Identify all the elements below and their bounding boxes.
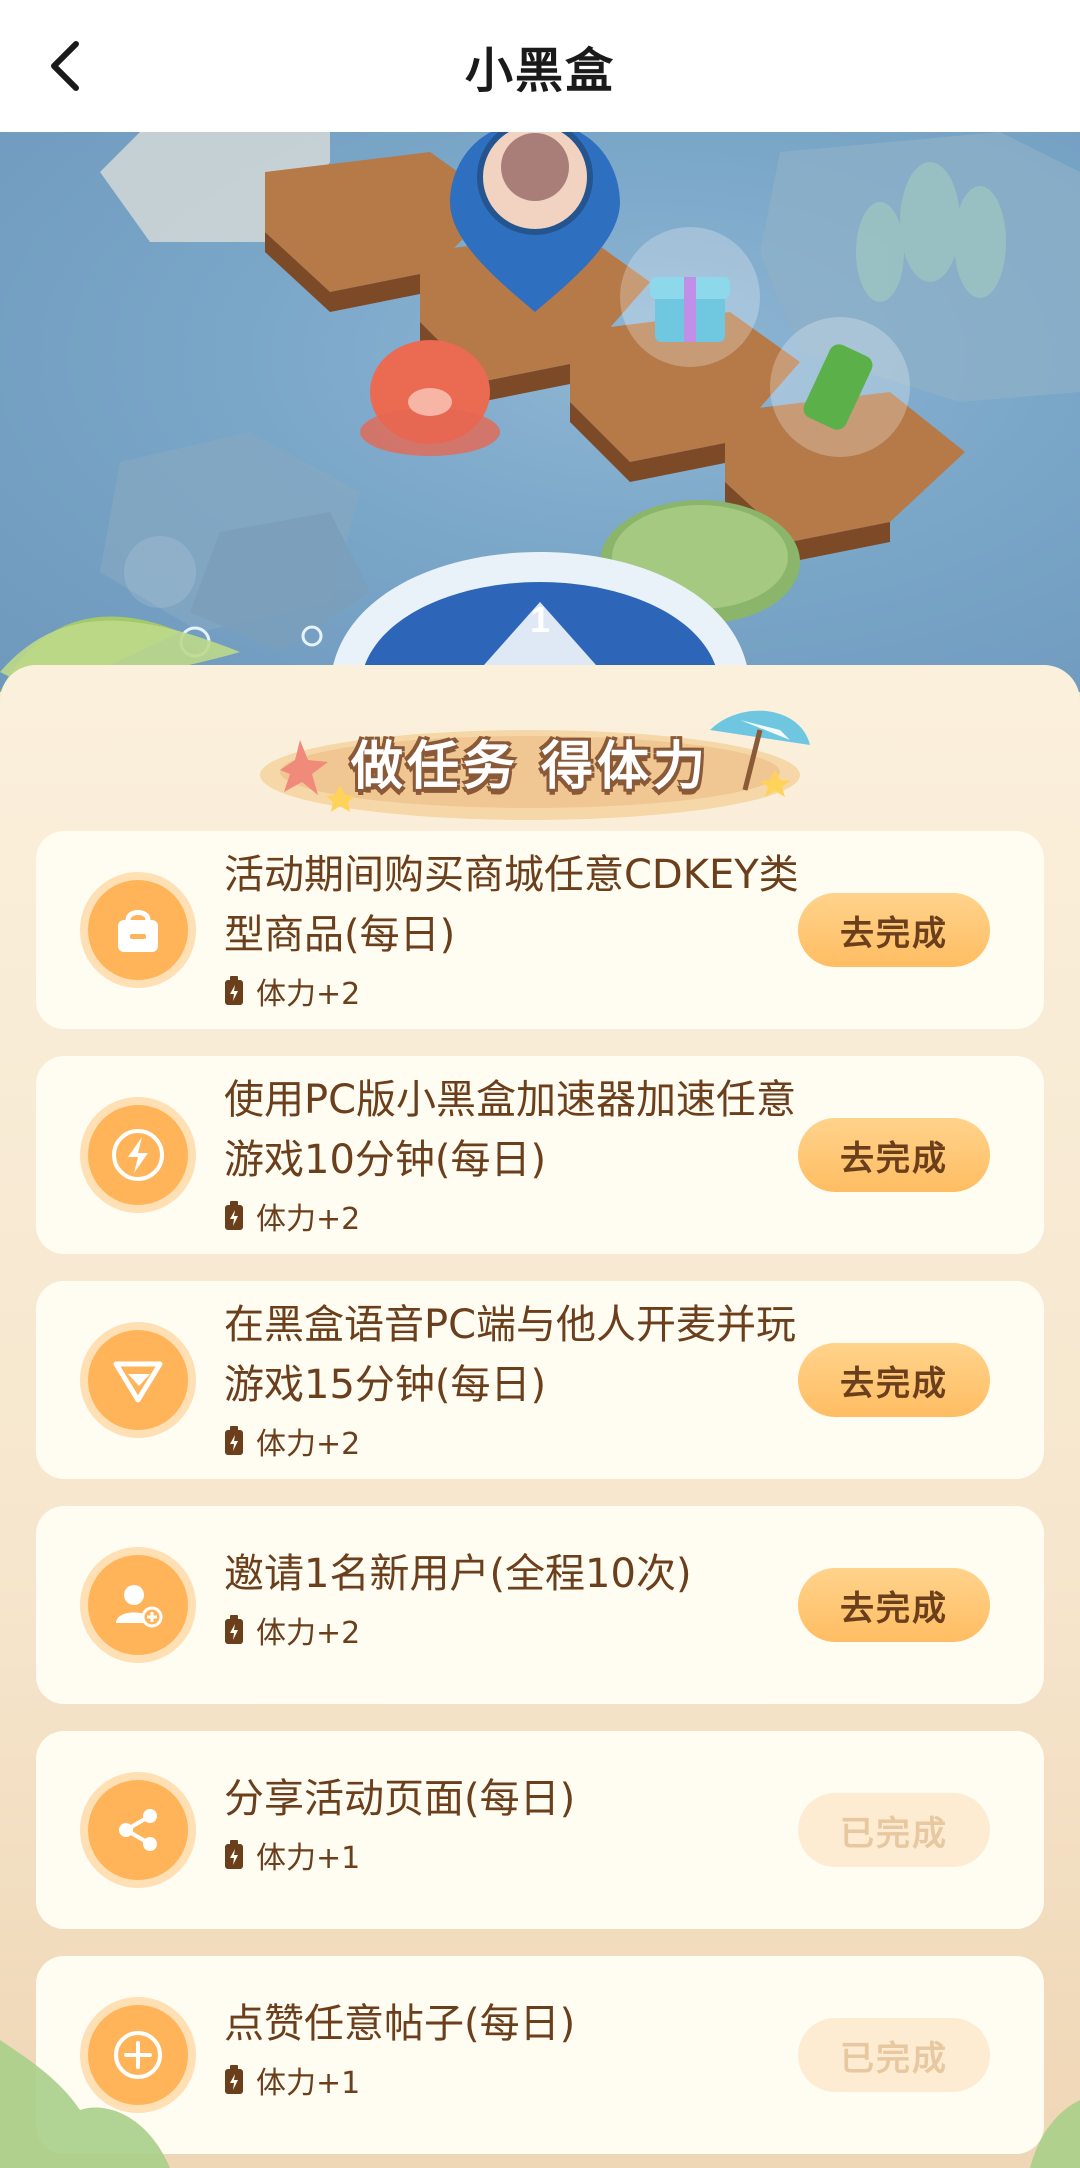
- task-card: 活动期间购买商城任意CDKEY类型商品(每日) 体力+2 去完成: [36, 831, 1044, 1029]
- complete-button[interactable]: 去完成: [798, 1118, 990, 1192]
- task-card: 在黑盒语音PC端与他人开麦并玩游戏15分钟(每日) 体力+2 去完成: [36, 1281, 1044, 1479]
- task-text: 活动期间购买商城任意CDKEY类型商品(每日) 体力+2: [224, 845, 824, 1013]
- page-title: 小黑盒: [464, 43, 615, 99]
- task-card: 邀请1名新用户(全程10次) 体力+2 去完成: [36, 1506, 1044, 1704]
- reward-text: 体力+2: [256, 1616, 361, 1651]
- task-text: 分享活动页面(每日) 体力+1: [224, 1769, 824, 1877]
- task-card: 使用PC版小黑盒加速器加速任意游戏10分钟(每日) 体力+2 去完成: [36, 1056, 1044, 1254]
- add-user-icon: [116, 1585, 163, 1628]
- lightning-icon: [112, 1129, 164, 1181]
- voice-logo-icon: [113, 1361, 163, 1403]
- complete-button[interactable]: 去完成: [798, 1568, 990, 1642]
- task-text: 使用PC版小黑盒加速器加速任意游戏10分钟(每日) 体力+2: [224, 1070, 824, 1238]
- battery-icon: [225, 1615, 243, 1644]
- reward-text: 体力+1: [256, 1841, 361, 1876]
- banner-title: 做任务 得体力: [350, 737, 710, 797]
- share-icon: [119, 1809, 157, 1851]
- task-title: 在黑盒语音PC端与他人开麦并玩游戏15分钟(每日): [224, 1302, 797, 1408]
- battery-icon: [225, 1840, 243, 1869]
- task-icon: [88, 880, 188, 980]
- board-illustration: 1: [0, 132, 1080, 692]
- battery-icon: [225, 1426, 243, 1455]
- task-reward: 体力+2: [224, 1608, 824, 1652]
- task-title: 分享活动页面(每日): [224, 1776, 576, 1822]
- task-banner: 做任务 得体力: [240, 700, 820, 830]
- bottom-decoration: [0, 2040, 1080, 2168]
- task-title: 使用PC版小黑盒加速器加速任意游戏10分钟(每日): [224, 1077, 797, 1183]
- task-reward: 体力+1: [224, 1833, 824, 1877]
- task-text: 邀请1名新用户(全程10次) 体力+2: [224, 1544, 824, 1652]
- complete-button[interactable]: 去完成: [798, 893, 990, 967]
- task-reward: 体力+2: [224, 969, 824, 1013]
- game-board: 1: [0, 132, 1080, 692]
- reward-text: 体力+2: [256, 1427, 361, 1462]
- task-text: 在黑盒语音PC端与他人开麦并玩游戏15分钟(每日) 体力+2: [224, 1295, 824, 1463]
- task-icon: [88, 1105, 188, 1205]
- dice-number: 1: [530, 599, 550, 640]
- task-title: 邀请1名新用户(全程10次): [224, 1551, 692, 1597]
- shopping-bag-icon: [118, 910, 158, 952]
- battery-icon: [225, 1201, 243, 1230]
- back-button[interactable]: [30, 30, 102, 102]
- task-icon: [88, 1555, 188, 1655]
- top-bar: 小黑盒: [0, 0, 1080, 132]
- task-icon: [88, 1780, 188, 1880]
- completed-button[interactable]: 已完成: [798, 1793, 990, 1867]
- complete-button[interactable]: 去完成: [798, 1343, 990, 1417]
- task-reward: 体力+2: [224, 1419, 824, 1463]
- reward-text: 体力+2: [256, 1202, 361, 1237]
- reward-text: 体力+2: [256, 977, 361, 1012]
- task-card: 分享活动页面(每日) 体力+1 已完成: [36, 1731, 1044, 1929]
- task-reward: 体力+2: [224, 1194, 824, 1238]
- chevron-left-icon: [51, 41, 79, 91]
- battery-icon: [225, 976, 243, 1005]
- task-title: 活动期间购买商城任意CDKEY类型商品(每日): [224, 852, 799, 958]
- task-icon: [88, 1330, 188, 1430]
